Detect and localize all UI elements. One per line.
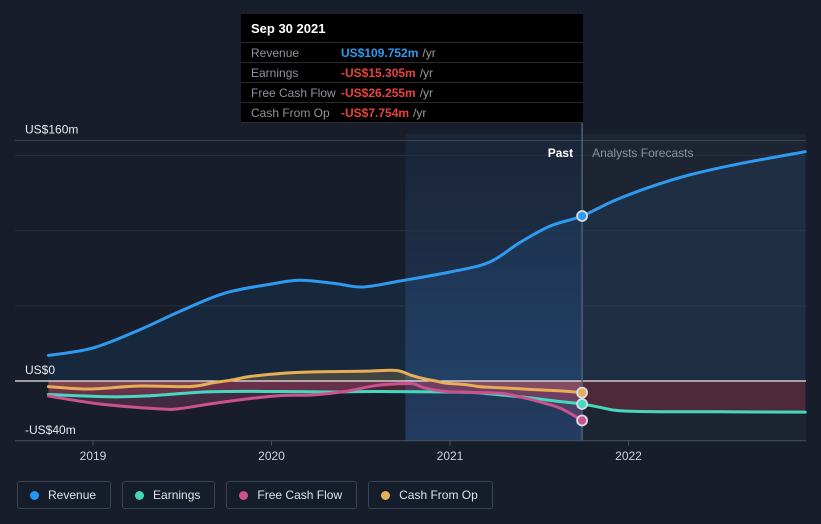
y-axis-label: US$0 (25, 363, 55, 377)
tooltip-suffix: /yr (419, 85, 434, 100)
revenue-dot-icon (30, 490, 39, 500)
tooltip-value: US$109.752m (341, 45, 419, 60)
tooltip-row-earnings: Earnings -US$15.305m /yr (241, 62, 583, 82)
tooltip-label: Free Cash Flow (251, 85, 336, 100)
tooltip-value: -US$7.754m (341, 105, 410, 120)
tooltip-date: Sep 30 2021 (251, 21, 326, 36)
marker-cash-from-op[interactable] (576, 386, 588, 399)
marker-revenue[interactable] (576, 210, 588, 222)
chart-legend: Revenue Earnings Free Cash Flow Cash Fro… (17, 481, 493, 509)
tooltip-suffix: /yr (422, 45, 436, 60)
tooltip-label: Earnings (251, 65, 299, 80)
tooltip-suffix: /yr (413, 105, 427, 120)
x-axis-label: 2020 (258, 449, 285, 463)
legend-item-revenue[interactable]: Revenue (17, 481, 112, 509)
tooltip-row-cash-from-op: Cash From Op -US$7.754m /yr (241, 102, 583, 123)
tooltip-label: Cash From Op (251, 105, 330, 120)
legend-label: Free Cash Flow (257, 488, 343, 502)
tooltip-value: -US$15.305m (341, 65, 416, 80)
tooltip-row-free-cash-flow: Free Cash Flow -US$26.255m /yr (241, 82, 583, 102)
analysts-forecasts-label: Analysts Forecasts (592, 146, 693, 160)
x-axis-label: 2019 (80, 449, 107, 463)
x-axis-label: 2021 (437, 449, 464, 463)
earnings-dot-icon (135, 490, 145, 500)
x-axis-label: 2022 (615, 449, 642, 463)
marker-earnings[interactable] (576, 398, 588, 410)
legend-item-earnings[interactable]: Earnings (122, 481, 216, 509)
stock-financials-chart: 2019 2020 2021 2022 US$160m US$0 -US$40m Past An… (0, 0, 821, 524)
tooltip-label: Revenue (251, 45, 300, 60)
tooltip-value: -US$26.255m (341, 85, 416, 100)
legend-label: Cash From Op (399, 488, 478, 502)
legend-label: Revenue (48, 488, 97, 502)
legend-label: Earnings (153, 488, 201, 502)
marker-free-cash-flow[interactable] (576, 414, 588, 427)
tooltip-suffix: /yr (419, 65, 434, 80)
legend-item-free-cash-flow[interactable]: Free Cash Flow (226, 481, 358, 509)
y-axis-label: US$160m (25, 122, 78, 136)
y-axis-label: -US$40m (25, 423, 76, 437)
legend-item-cash-from-op[interactable]: Cash From Op (368, 481, 493, 509)
tooltip-row-revenue: Revenue US$109.752m /yr (241, 42, 583, 62)
chart-tooltip: Sep 30 2021 Revenue US$109.752m /yr Earn… (241, 14, 583, 123)
free-cash-flow-dot-icon (239, 490, 249, 500)
past-label: Past (548, 146, 573, 160)
cash-from-op-dot-icon (381, 490, 391, 500)
